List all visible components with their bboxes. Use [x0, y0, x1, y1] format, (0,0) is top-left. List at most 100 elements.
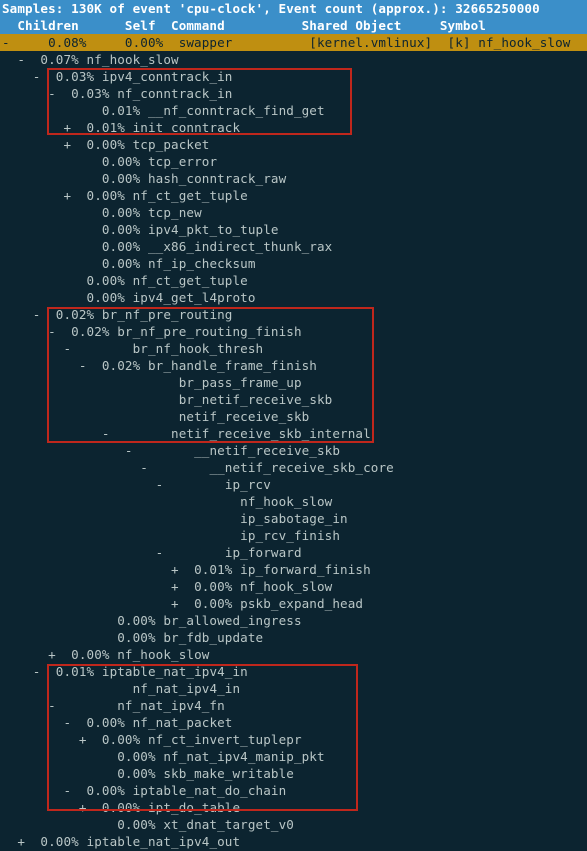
tree-row[interactable]: - __netif_receive_skb [2, 442, 587, 459]
tree-row[interactable]: + 0.00% nf_hook_slow [2, 578, 587, 595]
tree-row[interactable]: - 0.01% iptable_nat_ipv4_in [2, 663, 587, 680]
tree-row[interactable]: + 0.00% nf_hook_slow [2, 646, 587, 663]
tree-row[interactable]: br_pass_frame_up [2, 374, 587, 391]
tree-row[interactable]: nf_hook_slow [2, 493, 587, 510]
expand-icon[interactable]: + [171, 579, 179, 594]
tree-row[interactable]: - br_nf_hook_thresh [2, 340, 587, 357]
collapse-icon[interactable]: - [48, 324, 56, 339]
tree-row[interactable]: - 0.00% iptable_nat_do_chain [2, 782, 587, 799]
tree-row[interactable]: 0.00% ipv4_get_l4proto [2, 289, 587, 306]
tree-percent [56, 698, 117, 713]
tree-row[interactable]: + 0.00% nf_ct_get_tuple [2, 187, 587, 204]
collapse-icon[interactable]: - [63, 715, 71, 730]
tree-row[interactable]: 0.01% __nf_conntrack_find_get [2, 102, 587, 119]
expand-icon[interactable]: + [79, 732, 87, 747]
tree-row[interactable]: 0.00% nf_ip_checksum [2, 255, 587, 272]
tree-row[interactable]: - ip_rcv [2, 476, 587, 493]
selected-entry-row[interactable]: - 0.08% 0.00% swapper [kernel.vmlinux] [… [0, 34, 587, 51]
tree-row[interactable]: 0.00% hash_conntrack_raw [2, 170, 587, 187]
expand-icon[interactable]: + [63, 188, 71, 203]
tree-symbol: ip_forward_finish [240, 562, 371, 577]
tree-row[interactable]: ip_rcv_finish [2, 527, 587, 544]
tree-symbol: nf_nat_packet [132, 715, 233, 730]
tree-symbol: br_fdb_update [163, 630, 264, 645]
tree-symbol: br_nf_pre_routing [101, 307, 233, 322]
expand-icon[interactable]: + [63, 137, 71, 152]
tree-symbol: br_nf_pre_routing_finish [117, 324, 302, 339]
tree-row[interactable]: ip_sabotage_in [2, 510, 587, 527]
tree-row[interactable]: - 0.02% br_nf_pre_routing [2, 306, 587, 323]
tree-row[interactable]: + 0.01% init_conntrack [2, 119, 587, 136]
tree-row[interactable]: 0.00% tcp_error [2, 153, 587, 170]
collapse-icon[interactable]: - [79, 358, 87, 373]
collapse-icon[interactable]: - [140, 460, 148, 475]
collapse-icon[interactable]: - [63, 341, 71, 356]
tree-row[interactable]: netif_receive_skb [2, 408, 587, 425]
expand-icon[interactable]: + [17, 834, 25, 849]
tree-percent: 0.00% [101, 630, 164, 645]
tree-symbol: netif_receive_skb [178, 409, 310, 424]
tree-row[interactable]: + 0.00% nf_ct_invert_tuplepr [2, 731, 587, 748]
tree-symbol: nf_nat_ipv4_fn [117, 698, 225, 713]
tree-row[interactable]: - 0.02% br_nf_pre_routing_finish [2, 323, 587, 340]
tree-row[interactable]: 0.00% __x86_indirect_thunk_rax [2, 238, 587, 255]
tree-row[interactable]: br_netif_receive_skb [2, 391, 587, 408]
tree-row[interactable]: 0.00% nf_nat_ipv4_manip_pkt [2, 748, 587, 765]
tree-row[interactable]: - 0.07% nf_hook_slow [2, 51, 587, 68]
tree-percent: 0.00% [71, 137, 133, 152]
tree-row[interactable]: + 0.00% ipt_do_table [2, 799, 587, 816]
tree-row[interactable]: - __netif_receive_skb_core [2, 459, 587, 476]
tree-row[interactable]: 0.00% br_fdb_update [2, 629, 587, 646]
call-graph-tree[interactable]: - 0.07% nf_hook_slow - 0.03% ipv4_conntr… [0, 51, 587, 850]
tree-row[interactable]: nf_nat_ipv4_in [2, 680, 587, 697]
collapse-icon[interactable]: - [63, 783, 71, 798]
tree-symbol: ip_sabotage_in [240, 511, 348, 526]
expand-icon[interactable]: + [63, 120, 71, 135]
collapse-icon[interactable]: - [48, 86, 56, 101]
tree-row[interactable]: - netif_receive_skb_internal [2, 425, 587, 442]
collapse-icon[interactable]: - [17, 52, 25, 67]
collapse-icon[interactable]: - [102, 426, 110, 441]
tree-row[interactable]: 0.00% tcp_new [2, 204, 587, 221]
tree-row[interactable]: - 0.02% br_handle_frame_finish [2, 357, 587, 374]
expand-icon[interactable]: + [48, 647, 56, 662]
tree-row[interactable]: 0.00% ipv4_pkt_to_tuple [2, 221, 587, 238]
tree-row[interactable]: + 0.00% pskb_expand_head [2, 595, 587, 612]
tree-row[interactable]: + 0.00% iptable_nat_ipv4_out [2, 833, 587, 850]
tree-row[interactable]: 0.00% br_allowed_ingress [2, 612, 587, 629]
tree-row[interactable]: + 0.00% tcp_packet [2, 136, 587, 153]
tree-row[interactable]: - 0.00% nf_nat_packet [2, 714, 587, 731]
tree-row[interactable]: - nf_nat_ipv4_fn [2, 697, 587, 714]
tree-percent: 0.00% [86, 239, 148, 254]
tree-symbol: iptable_nat_ipv4_in [101, 664, 248, 679]
tree-symbol: tcp_error [147, 154, 218, 169]
tree-percent [110, 426, 171, 441]
tree-row[interactable]: - ip_forward [2, 544, 587, 561]
tree-row[interactable]: 0.00% nf_ct_get_tuple [2, 272, 587, 289]
tree-row[interactable]: 0.00% xt_dnat_target_v0 [2, 816, 587, 833]
tree-row[interactable]: 0.00% skb_make_writable [2, 765, 587, 782]
expand-icon[interactable]: + [171, 562, 179, 577]
tree-percent: 0.02% [86, 358, 148, 373]
expand-icon[interactable]: + [171, 596, 179, 611]
expand-icon[interactable]: + [79, 800, 87, 815]
tree-symbol: br_pass_frame_up [178, 375, 302, 390]
tree-percent: 0.01% [86, 103, 148, 118]
collapse-icon[interactable]: - [48, 698, 56, 713]
tree-percent: 0.03% [55, 86, 118, 101]
collapse-icon[interactable]: - [125, 443, 133, 458]
tree-row[interactable]: + 0.01% ip_forward_finish [2, 561, 587, 578]
tree-percent: 0.02% [40, 307, 102, 322]
tree-row[interactable]: - 0.03% nf_conntrack_in [2, 85, 587, 102]
tree-row[interactable]: - 0.03% ipv4_conntrack_in [2, 68, 587, 85]
